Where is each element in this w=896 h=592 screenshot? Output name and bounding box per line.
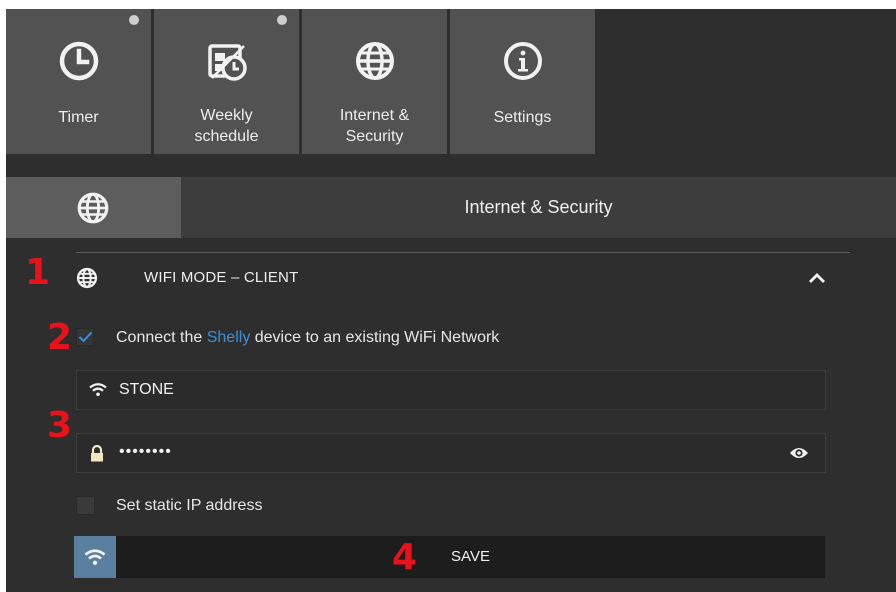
tile-label: Internet & Security	[339, 107, 410, 145]
chevron-up-icon[interactable]	[808, 273, 826, 284]
static-ip-checkbox[interactable]	[76, 496, 95, 515]
ssid-value: STONE	[119, 381, 174, 398]
wifi-icon	[89, 383, 107, 397]
connect-label: Connect the Shelly device to an existing…	[116, 329, 499, 347]
wifi-mode-title: WIFI MODE – CLIENT	[144, 269, 299, 286]
tile-label: Settings	[493, 109, 552, 126]
annotation-4: 4	[392, 537, 418, 578]
save-icon-box	[74, 536, 116, 578]
tile-timer[interactable]: Timer	[6, 9, 151, 154]
section-header: Internet & Security	[6, 177, 896, 238]
top-tiles: Timer Weekly schedule Internet & Securit…	[6, 9, 896, 154]
connect-prefix: Connect the	[116, 329, 207, 346]
annotation-1: 1	[25, 252, 51, 293]
globe-icon	[355, 42, 394, 80]
save-label: SAVE	[451, 548, 490, 565]
status-dot	[277, 15, 287, 25]
clock-icon	[59, 41, 98, 81]
save-button[interactable]: SAVE	[74, 536, 825, 578]
section-title: Internet & Security	[464, 197, 613, 217]
tile-label: Weekly schedule	[194, 107, 259, 145]
password-field[interactable]: ••••••••	[76, 433, 826, 473]
annotation-2: 2	[47, 317, 73, 358]
globe-icon	[76, 267, 98, 289]
brand-name: Shelly	[206, 329, 251, 346]
ssid-field[interactable]: STONE	[76, 370, 826, 410]
password-value: ••••••••	[119, 443, 172, 460]
section-icon-box	[6, 177, 181, 238]
annotation-3: 3	[47, 405, 73, 446]
eye-icon[interactable]	[789, 446, 809, 460]
divider	[76, 252, 850, 253]
static-ip-label: Set static IP address	[116, 497, 263, 514]
globe-icon	[77, 192, 109, 224]
tile-internet-security[interactable]: Internet & Security	[302, 9, 447, 154]
checkmark-icon	[78, 331, 93, 343]
schedule-icon	[207, 44, 247, 81]
wifi-mode-header[interactable]: WIFI MODE – CLIENT	[76, 255, 856, 299]
app-window: Timer Weekly schedule Internet & Securit…	[6, 9, 896, 592]
status-dot	[129, 15, 139, 25]
connect-checkbox[interactable]	[76, 328, 94, 346]
tile-weekly-schedule[interactable]: Weekly schedule	[154, 9, 299, 154]
wifi-icon	[84, 549, 106, 565]
connect-suffix: device to an existing WiFi Network	[250, 329, 500, 346]
tile-label: Timer	[58, 109, 99, 126]
lock-icon	[91, 445, 103, 462]
tile-settings[interactable]: Settings	[450, 9, 595, 154]
info-icon	[503, 42, 542, 80]
